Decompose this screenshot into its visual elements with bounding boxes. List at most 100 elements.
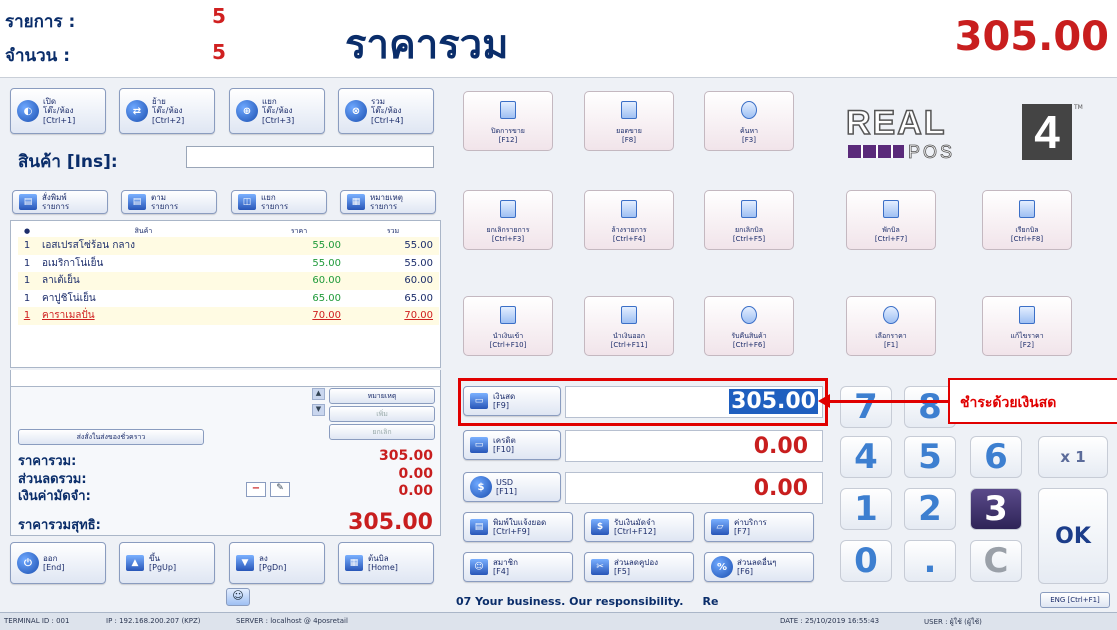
- minus-icon[interactable]: −: [246, 482, 266, 497]
- home-bill-icon: ▦: [345, 555, 363, 571]
- key-ok[interactable]: OK: [1038, 488, 1108, 584]
- scroll-up-icon[interactable]: ▲: [312, 388, 325, 400]
- cash-out-label: นำเงินออก [Ctrl+F11]: [610, 332, 648, 349]
- receive-deposit-button[interactable]: $ รับเงินมัดจำ [Ctrl+F12]: [584, 512, 694, 542]
- hold-order-button[interactable]: ส่งสั่งในส่งของชั่วคราว: [18, 429, 204, 445]
- row-total: 55.00: [347, 237, 439, 255]
- order-table-header: ● สินค้า ราคา รวม: [18, 225, 439, 237]
- print-list-button[interactable]: ▤ สั่งพิมพ์ รายการ: [12, 190, 108, 214]
- usd-amount-field[interactable]: 0.00: [565, 472, 823, 504]
- home-button[interactable]: ▦ ต้นบิล [Home]: [338, 542, 434, 584]
- sales-total-label: ยอดขาย [F8]: [616, 127, 642, 144]
- select-price-button[interactable]: เลือกราคา [F1]: [846, 296, 936, 356]
- split-list-button[interactable]: ◫ แยก รายการ: [231, 190, 327, 214]
- sales-total-button[interactable]: ยอดขาย [F8]: [584, 91, 674, 151]
- row-qty: 1: [23, 292, 31, 304]
- page-up-button[interactable]: ▲ ขึ้น [PgUp]: [119, 542, 215, 584]
- follow-list-button[interactable]: ▤ ตาม รายการ: [121, 190, 217, 214]
- key-5[interactable]: 5: [904, 436, 956, 478]
- net-label: ราคารวมสุทธิ:: [18, 518, 101, 533]
- key-2[interactable]: 2: [904, 488, 956, 530]
- recall-bill-icon: [1019, 200, 1035, 219]
- table-row[interactable]: 1 คาปูชิโน่เย็น 65.00 65.00: [18, 290, 439, 308]
- edit-price-button[interactable]: แก้ไขราคา [F2]: [982, 296, 1072, 356]
- table-row-selected[interactable]: 1 คาราเมลปั่น 70.00 70.00: [18, 307, 439, 325]
- edit-deposit-icon[interactable]: ✎: [270, 482, 290, 497]
- recall-bill-button[interactable]: เรียกบิล [Ctrl+F8]: [982, 190, 1072, 250]
- service-charge-button[interactable]: ▱ ค่าบริการ [F7]: [704, 512, 814, 542]
- split-list-label: แยก รายการ: [261, 192, 289, 211]
- cash-out-button[interactable]: นำเงินออก [Ctrl+F11]: [584, 296, 674, 356]
- key-0[interactable]: 0: [840, 540, 892, 582]
- usd-amount: 0.00: [753, 476, 808, 501]
- table-row[interactable]: 1 ลาเต้เย็น 60.00 60.00: [18, 272, 439, 290]
- note-list-label: หมายเหตุ รายการ: [370, 192, 403, 211]
- other-discount-button[interactable]: % ส่วนลดอื่นๆ [F6]: [704, 552, 814, 582]
- key-multiply[interactable]: x 1: [1038, 436, 1108, 478]
- credit-card-icon: ▭: [470, 437, 488, 453]
- terminal-id: TERMINAL ID : 001: [4, 617, 70, 625]
- hold-bill-button[interactable]: พักบิล [Ctrl+F7]: [846, 190, 936, 250]
- print-statement-button[interactable]: ▤ พิมพ์ใบแจ้งยอด [Ctrl+F9]: [463, 512, 573, 542]
- return-goods-button[interactable]: รับคืนสินค้า [Ctrl+F6]: [704, 296, 794, 356]
- usd-payment-button[interactable]: $ USD [F11]: [463, 472, 561, 502]
- key-dot[interactable]: .: [904, 540, 956, 582]
- key-4[interactable]: 4: [840, 436, 892, 478]
- move-table-button[interactable]: ⇄ ย้าย โต๊ะ/ห้อง [Ctrl+2]: [119, 88, 215, 134]
- split-table-button[interactable]: ⊕ แยก โต๊ะ/ห้อง [Ctrl+3]: [229, 88, 325, 134]
- table-row[interactable]: 1 อเมริกาโน่เย็น 55.00 55.00: [18, 255, 439, 273]
- marquee-text: 07 Your business. Our responsibility. Re: [456, 595, 719, 608]
- clear-items-button[interactable]: ล้างรายการ [Ctrl+F4]: [584, 190, 674, 250]
- credit-amount: 0.00: [753, 434, 808, 459]
- close-sale-label: ปิดการขาย [F12]: [491, 127, 525, 144]
- cancel-button[interactable]: ยกเลิก: [329, 424, 435, 440]
- net-value: 305.00: [348, 510, 433, 535]
- exit-button[interactable]: ⏻ ออก [End]: [10, 542, 106, 584]
- exit-label: ออก [End]: [43, 553, 65, 572]
- annotation-box: ชำระด้วยเงินสด: [948, 378, 1117, 424]
- cancel-bill-button[interactable]: ยกเลิกบิล [Ctrl+F5]: [704, 190, 794, 250]
- row-total: 55.00: [404, 257, 433, 269]
- product-input[interactable]: [186, 146, 434, 168]
- search-button[interactable]: ค้นหา [F3]: [704, 91, 794, 151]
- key-clear[interactable]: C: [970, 540, 1022, 582]
- logo-sub: POS: [908, 142, 956, 163]
- note-button[interactable]: หมายเหตุ: [329, 388, 435, 404]
- member-label: สมาชิก [F4]: [493, 557, 518, 576]
- user-avatar-icon[interactable]: ☺: [226, 588, 250, 606]
- row-total: 65.00: [404, 292, 433, 304]
- member-icon: ☺: [470, 559, 488, 575]
- order-table: ● สินค้า ราคา รวม 1 เอสเปรสโซ่ร้อน กลาง …: [18, 225, 439, 325]
- row-name: เอสเปรสโซ่ร้อน กลาง: [36, 237, 251, 255]
- service-charge-icon: ▱: [711, 519, 729, 535]
- merge-table-label: รวม โต๊ะ/ห้อง [Ctrl+4]: [371, 97, 404, 125]
- note-list-button[interactable]: ▦ หมายเหตุ รายการ: [340, 190, 436, 214]
- key-1[interactable]: 1: [840, 488, 892, 530]
- logo-number: 4: [1022, 104, 1072, 160]
- cancel-item-button[interactable]: ยกเลิกรายการ [Ctrl+F3]: [463, 190, 553, 250]
- language-button[interactable]: ENG [Ctrl+F1]: [1040, 592, 1110, 608]
- split-list-icon: ◫: [238, 194, 256, 210]
- usd-payment-label: USD [F11]: [496, 477, 518, 496]
- credit-amount-field[interactable]: 0.00: [565, 430, 823, 462]
- page-down-button[interactable]: ▼ ลง [PgDn]: [229, 542, 325, 584]
- header-total: 305.00: [954, 14, 1109, 60]
- add-button[interactable]: เพิ่ม: [329, 406, 435, 422]
- coupon-discount-button[interactable]: ✂ ส่วนลดคูปอง [F5]: [584, 552, 694, 582]
- note-list-icon: ▦: [347, 194, 365, 210]
- scroll-down-icon[interactable]: ▼: [312, 404, 325, 416]
- hold-bill-label: พักบิล [Ctrl+F7]: [874, 226, 908, 243]
- return-goods-label: รับคืนสินค้า [Ctrl+F6]: [731, 332, 767, 349]
- cash-in-button[interactable]: นำเงินเข้า [Ctrl+F10]: [463, 296, 553, 356]
- table-row[interactable]: 1 เอสเปรสโซ่ร้อน กลาง 55.00 55.00: [18, 237, 439, 255]
- key-7[interactable]: 7: [840, 386, 892, 428]
- key-6[interactable]: 6: [970, 436, 1022, 478]
- member-button[interactable]: ☺ สมาชิก [F4]: [463, 552, 573, 582]
- credit-payment-button[interactable]: ▭ เครดิต [F10]: [463, 430, 561, 460]
- close-sale-button[interactable]: ปิดการขาย [F12]: [463, 91, 553, 151]
- cash-in-label: นำเงินเข้า [Ctrl+F10]: [489, 332, 527, 349]
- col-status: ●: [23, 227, 31, 235]
- merge-table-button[interactable]: ⊗ รวม โต๊ะ/ห้อง [Ctrl+4]: [338, 88, 434, 134]
- open-table-button[interactable]: ◐ เปิด โต๊ะ/ห้อง [Ctrl+1]: [10, 88, 106, 134]
- key-3[interactable]: 3: [970, 488, 1022, 530]
